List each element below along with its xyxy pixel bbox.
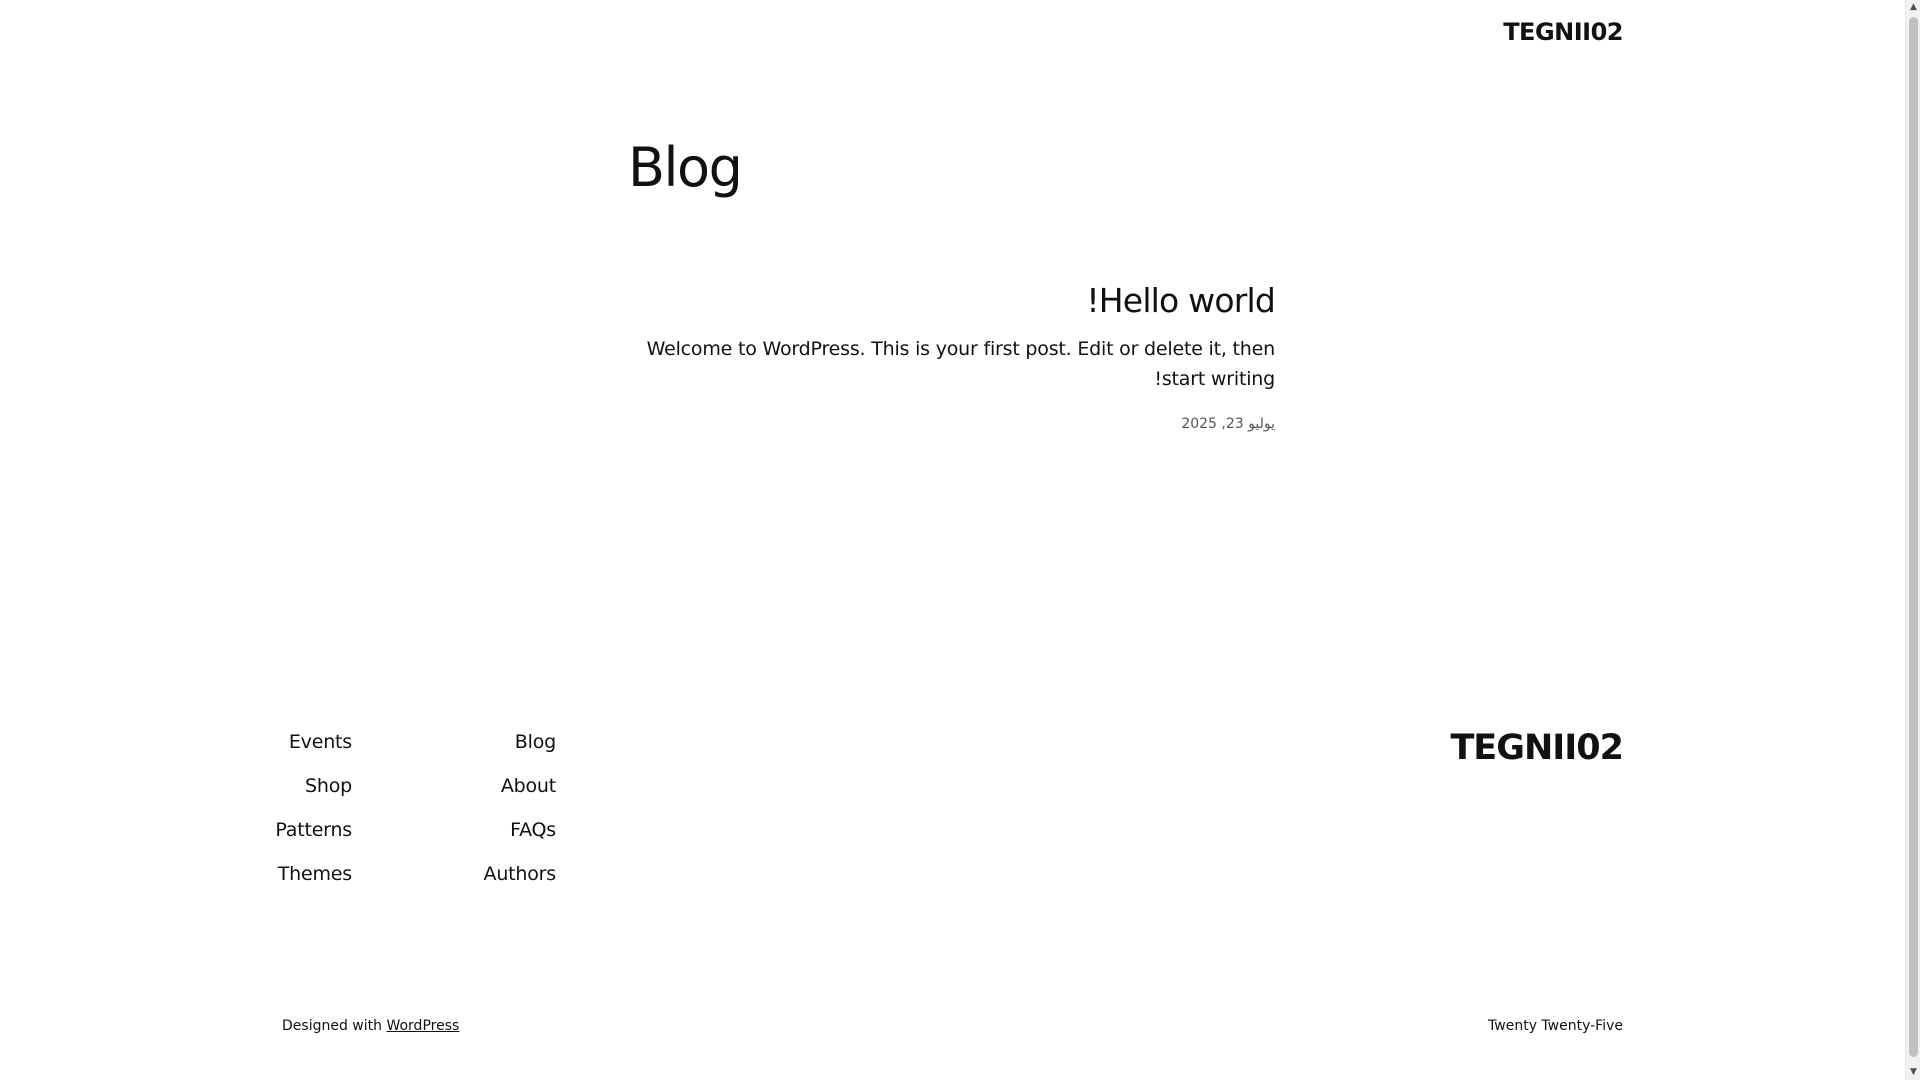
page-title: Blog xyxy=(628,136,743,199)
footer-site-title-link[interactable]: TEGNII02 xyxy=(1450,728,1624,768)
page: TEGNII02 Blog Hello world! Welcome to Wo… xyxy=(0,0,1920,1080)
footer-nav-themes[interactable]: Themes xyxy=(122,860,352,888)
footer-nav-column-1: Blog About FAQs Authors xyxy=(326,728,557,904)
site-title-link[interactable]: TEGNII02 xyxy=(1503,18,1623,46)
scroll-up-arrow-icon[interactable]: ▲ xyxy=(1906,0,1920,15)
scroll-down-arrow-icon[interactable]: ▼ xyxy=(1906,1065,1920,1080)
footer-nav-blog[interactable]: Blog xyxy=(326,728,556,756)
post-title-link[interactable]: Hello world! xyxy=(628,278,1275,324)
footer-nav-events[interactable]: Events xyxy=(122,728,352,756)
scrollbar-thumb[interactable] xyxy=(1909,17,1918,1057)
post-date: يوليو 23, 2025 xyxy=(1181,416,1275,432)
post-item: Hello world! Welcome to WordPress. This … xyxy=(628,278,1276,434)
footer-credit: Designed with WordPress xyxy=(282,1018,459,1034)
footer-nav-about[interactable]: About xyxy=(326,772,556,800)
footer-nav-shop[interactable]: Shop xyxy=(122,772,352,800)
footer-nav-faqs[interactable]: FAQs xyxy=(326,816,556,844)
footer-nav-column-2: Events Shop Patterns Themes xyxy=(122,728,352,904)
credit-text: Designed with xyxy=(282,1018,382,1034)
footer-nav-patterns[interactable]: Patterns xyxy=(122,816,352,844)
vertical-scrollbar[interactable]: ▲ ▼ xyxy=(1905,0,1920,1080)
theme-name: Twenty Twenty-Five xyxy=(1488,1018,1623,1034)
footer-nav-authors[interactable]: Authors xyxy=(326,860,557,888)
wordpress-link[interactable]: WordPress xyxy=(386,1018,459,1034)
post-excerpt: Welcome to WordPress. This is your first… xyxy=(646,338,1276,390)
